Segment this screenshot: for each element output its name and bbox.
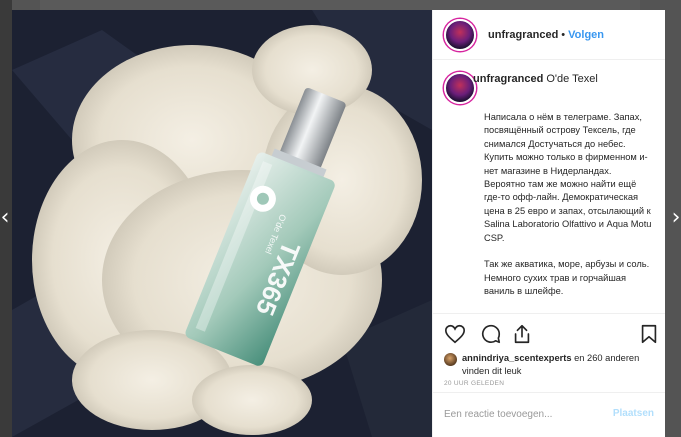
likes-username[interactable]: annindriya_scentexperts [462,353,572,363]
likes-text: annindriya_scentexperts en 260 anderen v… [462,352,658,378]
post-comment-button[interactable]: Plaatsen [613,408,654,419]
chevron-right-icon[interactable]: › [669,205,681,231]
caption-avatar[interactable] [444,72,476,104]
bookmark-icon[interactable] [638,323,660,345]
comment-icon[interactable] [480,323,502,345]
post-sidebar: unfragranced • Volgen unfragranced O'de … [432,10,665,437]
chevron-left-icon[interactable]: ‹ [0,205,12,231]
caption-header: unfragranced O'de Texel [473,73,598,85]
avatar[interactable] [444,18,476,51]
comment-input[interactable] [444,405,604,423]
comment-form: Plaatsen [433,392,665,437]
share-icon[interactable] [511,323,533,345]
heart-icon[interactable] [444,323,466,345]
post-header: unfragranced • Volgen [433,10,665,60]
post-username[interactable]: unfragranced [488,29,558,41]
background-post-top [40,0,640,10]
liker-avatar[interactable] [444,353,457,366]
post-photo: O'de Texel TX365 [12,10,432,437]
photo-illustration: O'de Texel TX365 [12,10,432,437]
caption-text: Написала о нём в телеграме. Запах, посвя… [484,112,652,297]
likes-summary: annindriya_scentexperts en 260 anderen v… [433,348,665,378]
comments-section[interactable]: unfragranced O'de Texel Написала о нём в… [433,60,665,313]
caption-username[interactable]: unfragranced [473,73,543,85]
caption-location[interactable]: O'de Texel [546,73,597,85]
post-modal: O'de Texel TX365 unfragranced • Volgen u… [12,10,665,437]
follow-button[interactable]: Volgen [568,29,604,41]
post-timestamp[interactable]: 20 UUR GELEDEN [444,380,504,387]
separator-dot: • [561,28,566,41]
